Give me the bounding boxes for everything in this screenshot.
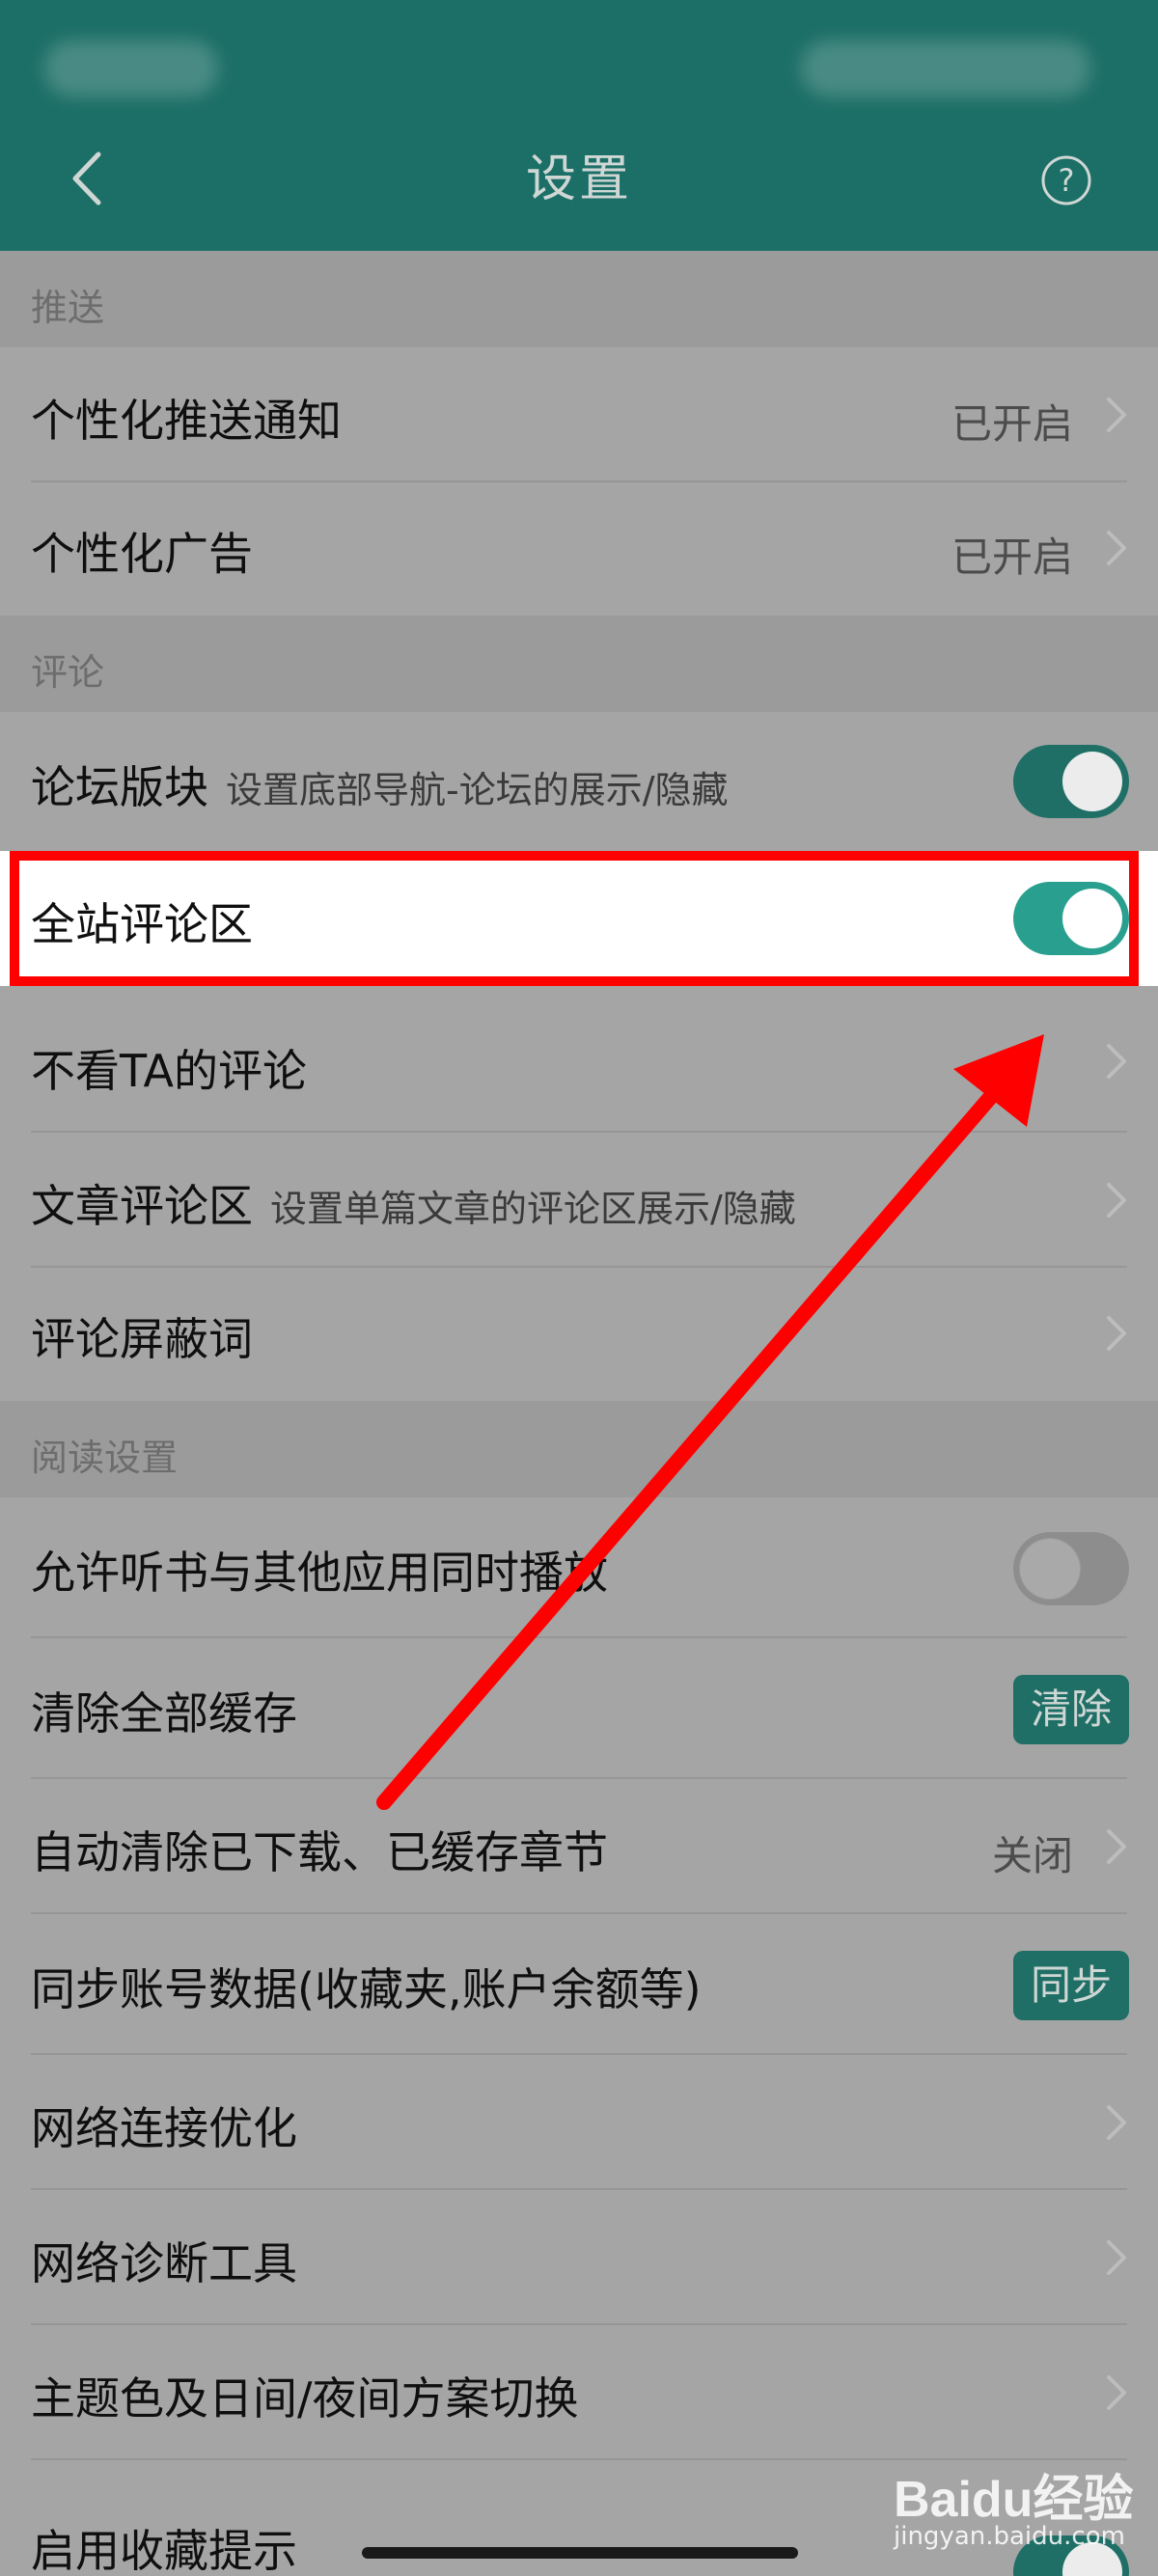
watermark-brand: Baidu经验	[894, 2472, 1134, 2528]
arrow-annotation-icon	[376, 1034, 1044, 1810]
home-indicator[interactable]	[362, 2547, 798, 2559]
watermark-url: jingyan.baidu.com	[894, 2522, 1125, 2551]
watermark: Baidu经验 jingyan.baidu.com	[886, 2458, 1137, 2564]
